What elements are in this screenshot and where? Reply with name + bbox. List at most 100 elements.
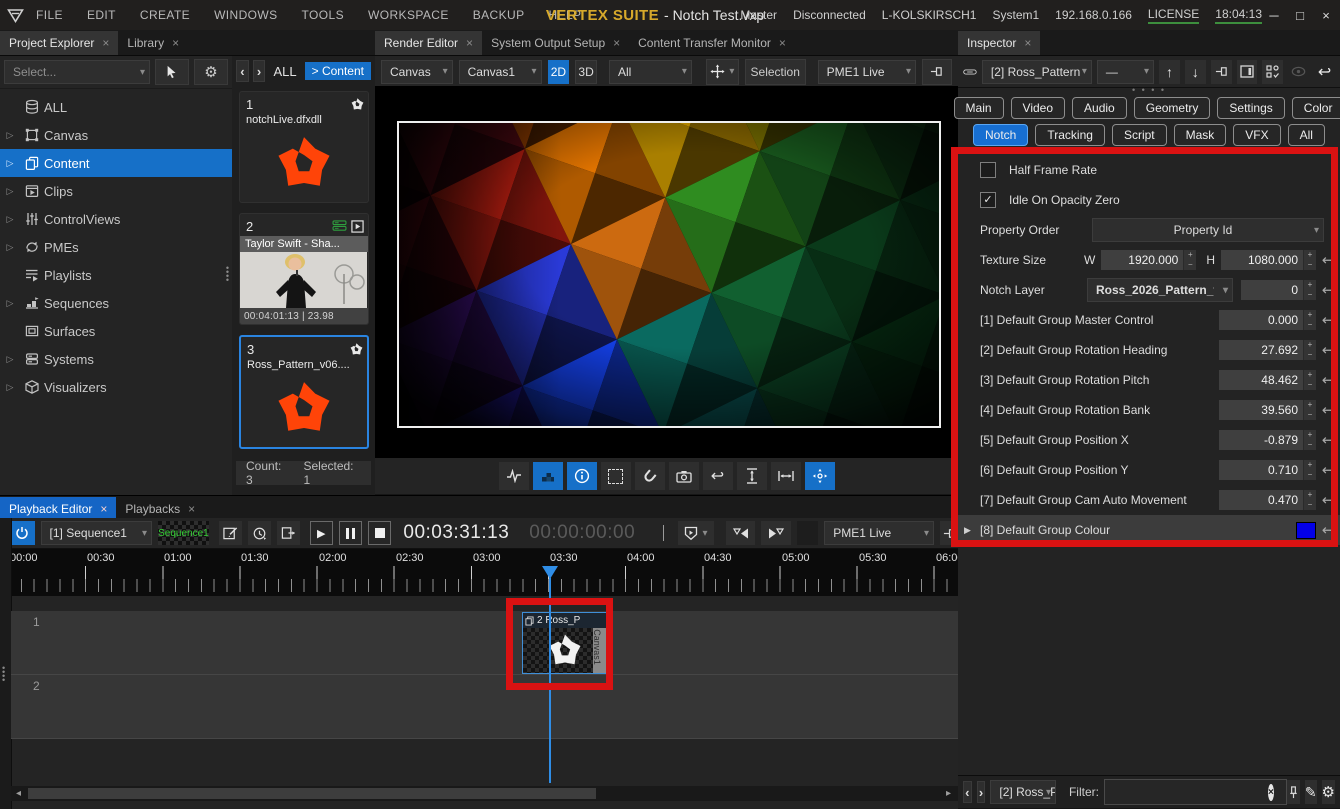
subcategory-vfx[interactable]: VFX — [1233, 124, 1280, 146]
menu-tools[interactable]: TOOLS — [302, 8, 344, 22]
filter-input[interactable] — [1104, 779, 1287, 805]
value-stepper[interactable]: +− — [1303, 370, 1316, 390]
texture-height-field[interactable]: 1080.000 — [1221, 250, 1303, 270]
subcategory-tracking[interactable]: Tracking — [1035, 124, 1105, 146]
value-field[interactable]: 0.470 — [1219, 490, 1303, 510]
tree-item-all[interactable]: ALL — [0, 93, 232, 121]
texture-width-field[interactable]: 1920.000 — [1101, 250, 1183, 270]
breadcrumb-all[interactable]: ALL — [273, 64, 296, 79]
category-geometry[interactable]: Geometry — [1134, 97, 1211, 119]
category-video[interactable]: Video — [1011, 97, 1065, 119]
fit-horizontal-button[interactable] — [771, 462, 801, 490]
scroll-left-icon[interactable]: ◂ — [11, 786, 26, 801]
notch-layer-index-field[interactable]: 0 — [1241, 280, 1303, 300]
menu-windows[interactable]: WINDOWS — [214, 8, 277, 22]
expander-icon[interactable]: ▷ — [0, 382, 20, 393]
tree-item-clips[interactable]: ▷ Clips — [0, 177, 232, 205]
reset-view-button[interactable]: ↩ — [703, 462, 733, 490]
value-stepper[interactable]: +− — [1303, 430, 1316, 450]
move-tool-button[interactable]: ▾ — [706, 59, 739, 85]
nav-forward-button[interactable]: › — [253, 60, 266, 82]
info-overlay-button[interactable] — [567, 462, 597, 490]
minimize-button[interactable]: ─ — [1264, 8, 1284, 23]
scroll-right-icon[interactable]: ▸ — [941, 786, 956, 801]
sequence-thumbnail[interactable]: Sequence1 — [158, 521, 209, 545]
revert-icon[interactable]: ↩ — [1316, 521, 1340, 539]
fit-vertical-button[interactable] — [737, 462, 767, 490]
revert-icon[interactable]: ↩ — [1316, 431, 1340, 449]
category-main[interactable]: Main — [954, 97, 1004, 119]
property-grid-button[interactable] — [1262, 60, 1283, 84]
category-settings[interactable]: Settings — [1217, 97, 1284, 119]
colour-swatch[interactable] — [1296, 522, 1316, 539]
timecode-mode-button[interactable] — [248, 521, 271, 545]
edit-sequence-button[interactable] — [219, 521, 242, 545]
timeline-scrollbar[interactable]: ◂ ▸ — [11, 786, 958, 801]
settings-button[interactable]: ⚙ — [1322, 780, 1335, 804]
expander-icon[interactable]: ▶ — [964, 525, 980, 536]
panel-layout-button[interactable] — [1237, 60, 1258, 84]
close-icon[interactable]: × — [102, 31, 109, 55]
render-canvas[interactable] — [397, 121, 941, 428]
snap-button[interactable] — [635, 462, 665, 490]
close-icon[interactable]: × — [779, 31, 786, 55]
license-link[interactable]: LICENSE — [1148, 7, 1199, 24]
next-item-button[interactable]: ↓ — [1185, 60, 1206, 84]
track-resize-handle[interactable]: •••• — [2, 666, 5, 682]
tree-item-controlviews[interactable]: ▷ ControlViews — [0, 205, 232, 233]
tab-system-output-setup[interactable]: System Output Setup× — [482, 31, 629, 55]
property-colour-row[interactable]: ▶ [8] Default Group Colour ↩ — [958, 515, 1340, 545]
texture-width-stepper[interactable]: +− — [1183, 250, 1196, 270]
pause-button[interactable] — [339, 521, 362, 545]
tree-item-canvas[interactable]: ▷ Canvas — [0, 121, 232, 149]
playhead-marker[interactable] — [542, 566, 558, 579]
snapshot-button[interactable] — [669, 462, 699, 490]
expander-icon[interactable]: ▷ — [0, 214, 20, 225]
content-item-notchlive[interactable]: 1 notchLive.dfxdll — [239, 91, 369, 203]
notch-layer-stepper[interactable]: +− — [1303, 280, 1316, 300]
menu-file[interactable]: FILE — [36, 8, 63, 22]
pin-button[interactable] — [940, 521, 958, 545]
tab-inspector[interactable]: Inspector× — [958, 31, 1040, 55]
subcategory-all[interactable]: All — [1288, 124, 1325, 146]
content-item-video[interactable]: 2 Taylor Swift - Sha... — [239, 213, 369, 325]
pme-live-dropdown[interactable]: PME1 Live▾ — [818, 60, 916, 84]
menu-create[interactable]: CREATE — [140, 8, 190, 22]
texture-height-stepper[interactable]: +− — [1303, 250, 1316, 270]
pin-button[interactable] — [922, 59, 952, 85]
revert-icon[interactable]: ↩ — [1316, 401, 1340, 419]
select-dropdown[interactable]: Select... ▾ — [4, 60, 150, 84]
subcategory-mask[interactable]: Mask — [1174, 124, 1227, 146]
half-frame-rate-checkbox[interactable] — [980, 162, 996, 178]
cursor-tool-button[interactable] — [155, 59, 189, 85]
revert-button[interactable]: ↩ — [1314, 60, 1335, 84]
tree-item-visualizers[interactable]: ▷ Visualizers — [0, 373, 232, 401]
inspector-secondary-dropdown[interactable]: —▾ — [1097, 60, 1154, 84]
goto-end-button[interactable] — [277, 521, 300, 545]
close-icon[interactable]: × — [466, 31, 473, 55]
value-stepper[interactable]: +− — [1303, 340, 1316, 360]
inspector-target-dropdown[interactable]: [2] Ross_Pattern▾ — [982, 60, 1092, 84]
mode-3d-button[interactable]: 3D — [575, 60, 597, 84]
revert-icon[interactable]: ↩ — [1316, 491, 1340, 509]
canvas-select-dropdown[interactable]: Canvas1▾ — [459, 60, 542, 84]
playback-pme-dropdown[interactable]: PME1 Live▾ — [824, 521, 934, 545]
idle-on-opacity-checkbox[interactable]: ✓ — [980, 192, 996, 208]
pan-tool-button[interactable] — [805, 462, 835, 490]
sequence-dropdown[interactable]: [1] Sequence1▾ — [41, 521, 152, 545]
track-2[interactable]: 2 — [11, 675, 958, 739]
tree-item-playlists[interactable]: Playlists — [0, 261, 232, 289]
render-viewport[interactable] — [375, 86, 958, 458]
subcategory-notch[interactable]: Notch — [973, 124, 1028, 146]
category-color[interactable]: Color — [1292, 97, 1340, 119]
revert-icon[interactable]: ↩ — [1316, 311, 1340, 329]
visibility-button[interactable] — [1288, 60, 1309, 84]
footer-target-dropdown[interactable]: [2] Ross_Pa..._v0...▾ — [990, 780, 1056, 804]
close-button[interactable]: × — [1316, 8, 1336, 23]
revert-icon[interactable]: ↩ — [1316, 251, 1340, 269]
timeline-clip-ross-pattern[interactable]: 2 Ross_P Canvas1 — [522, 612, 607, 674]
history-forward-button[interactable]: › — [977, 781, 986, 803]
expander-icon[interactable]: ▷ — [0, 298, 20, 309]
menu-edit[interactable]: EDIT — [87, 8, 116, 22]
category-audio[interactable]: Audio — [1072, 97, 1127, 119]
